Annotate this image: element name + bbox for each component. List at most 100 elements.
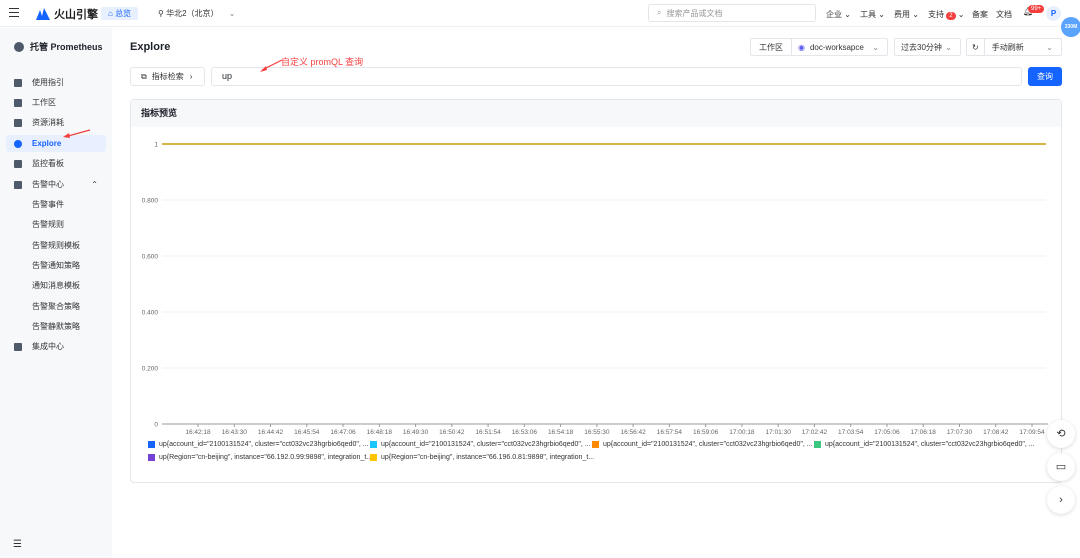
sidebar-icon — [14, 180, 22, 189]
x-tick-label: 16:50:42 — [439, 429, 465, 436]
legend-item[interactable]: up{Region="cn-beijing", instance="66.192… — [148, 454, 372, 461]
x-tick-label: 16:56:42 — [620, 429, 646, 436]
query-button[interactable]: 查询 — [1028, 67, 1062, 86]
sidebar-item[interactable]: 工作区 — [6, 94, 106, 111]
legend-swatch — [148, 441, 155, 448]
legend-item[interactable]: up{account_id="2100131524", cluster="cct… — [148, 441, 369, 448]
legend-item[interactable]: up{Region="cn-beijing", instance="66.196… — [370, 454, 594, 461]
metric-preview-card: 指标预览 0 0.200 0.400 0.600 0.800 1 16:42:18 16:43… — [130, 99, 1062, 483]
x-tick-label: 17:09:54 — [1019, 429, 1045, 436]
nav-enterprise[interactable]: 企业 ⌄ — [826, 9, 851, 20]
y-tick-label: 0.600 — [142, 254, 159, 261]
refresh-selector[interactable]: ↻ 手动刷新 ⌄ — [966, 38, 1062, 56]
expand-button[interactable]: › — [1047, 486, 1075, 514]
avatar[interactable]: P — [1046, 6, 1061, 21]
time-range-selector[interactable]: 过去30分钟 ⌄ — [894, 38, 961, 56]
annotation-arrow — [260, 59, 283, 72]
logo[interactable]: 火山引擎 — [36, 6, 98, 22]
workspace-selector[interactable]: 工作区 ◉ doc-worksapce ⌄ — [750, 38, 888, 56]
sidebar-item[interactable]: 使用指引 — [6, 74, 106, 91]
top-bar: 火山引擎 ⌂ 总览 ⚲ 华北2（北京） ⌄ ⌕ 搜索产品或文档 企业 ⌄ 工具 ⌄… — [0, 0, 1080, 37]
sidebar-icon — [14, 78, 22, 87]
sidebar-item[interactable]: 告警通知策略 — [6, 257, 106, 274]
legend-swatch — [814, 441, 821, 448]
legend-item[interactable]: up{account_id="2100131524", cluster="cct… — [592, 441, 813, 448]
chevron-down-icon: ⌄ — [228, 9, 236, 18]
home-icon: ⌂ — [108, 9, 116, 18]
legend-item[interactable]: up{account_id="2100131524", cluster="cct… — [814, 441, 1035, 448]
sidebar-icon — [14, 139, 22, 148]
chevron-down-icon: ⌄ — [872, 42, 879, 52]
metric-browser-button[interactable]: ⧉ 指标检索 › — [130, 67, 205, 86]
sidebar-item[interactable]: 监控看板 — [6, 155, 106, 172]
nav-support[interactable]: 支持 2 ⌄ — [928, 9, 965, 20]
x-tick-label: 17:05:06 — [874, 429, 900, 436]
sidebar-item[interactable]: 通知消息模板 — [6, 277, 106, 294]
sidebar-item[interactable]: 告警规则 — [6, 216, 106, 233]
y-tick-label: 0.800 — [142, 198, 159, 205]
chevron-down-icon: ⌄ — [945, 42, 952, 52]
annotation-text: 自定义 promQL 查询 — [281, 57, 364, 67]
sidebar: 托管 Prometheus 使用指引 工作区 资源消耗 Explore 监控看板 告警中心… — [0, 28, 112, 558]
home-button[interactable]: ⌂ 总览 — [101, 7, 139, 20]
card-title: 指标预览 — [131, 100, 1061, 127]
sidebar-item[interactable]: 告警中心 ⌃ — [6, 176, 106, 193]
y-tick-label: 0.200 — [142, 366, 159, 373]
x-tick-label: 17:02:42 — [802, 429, 828, 436]
sidebar-item[interactable]: 告警事件 — [6, 196, 106, 213]
nav-docs[interactable]: 文档 — [996, 9, 1012, 20]
sidebar-icon — [14, 98, 22, 107]
x-tick-label: 17:00:18 — [729, 429, 755, 436]
nav-filing[interactable]: 备案 — [972, 9, 988, 20]
chevron-right-icon: › — [189, 72, 193, 81]
legend-swatch — [592, 441, 599, 448]
sidebar-item[interactable]: 告警规则模板 — [6, 237, 106, 254]
sidebar-item[interactable]: 告警静默策略 — [6, 318, 106, 335]
chevron-up-icon: ⌃ — [91, 180, 98, 189]
y-tick-label: 1 — [154, 142, 158, 149]
bell-icon[interactable]: 🔔︎99+ — [1023, 5, 1045, 16]
nav-tools[interactable]: 工具 ⌄ — [860, 9, 885, 20]
legend-swatch — [370, 454, 377, 461]
docs-button[interactable]: ▭ — [1047, 453, 1075, 481]
legend-swatch — [370, 441, 377, 448]
notification-badge: 99+ — [1028, 5, 1045, 13]
location-icon: ⚲ — [158, 9, 167, 18]
search-input[interactable]: ⌕ 搜索产品或文档 — [648, 4, 816, 22]
x-tick-label: 16:59:06 — [693, 429, 719, 436]
legend-item[interactable]: up{account_id="2100131524", cluster="cct… — [370, 441, 591, 448]
y-tick-label: 0 — [154, 422, 158, 429]
x-tick-label: 16:44:42 — [258, 429, 284, 436]
sidebar-icon — [14, 159, 22, 168]
sidebar-icon — [14, 342, 22, 351]
x-tick-label: 16:51:54 — [475, 429, 501, 436]
refresh-icon[interactable]: ↻ — [967, 39, 985, 55]
legend-swatch — [148, 454, 155, 461]
sidebar-title: 托管 Prometheus — [14, 40, 103, 53]
annotation-arrow — [63, 129, 91, 138]
prometheus-icon — [14, 41, 24, 52]
nav-billing[interactable]: 费用 ⌄ — [894, 9, 919, 20]
collapse-sidebar-icon[interactable]: ☰ — [13, 539, 22, 550]
x-tick-label: 16:43:30 — [222, 429, 248, 436]
search-icon: ⌕ — [657, 8, 662, 17]
history-button[interactable]: ⟲ — [1047, 420, 1075, 448]
x-tick-label: 17:07:30 — [947, 429, 973, 436]
region-selector[interactable]: ⚲ 华北2（北京） ⌄ — [158, 8, 235, 19]
x-tick-label: 16:49:30 — [403, 429, 429, 436]
x-tick-label: 17:01:30 — [766, 429, 792, 436]
sidebar-item[interactable]: 告警聚合策略 — [6, 298, 106, 315]
y-tick-label: 0.400 — [142, 310, 159, 317]
x-tick-label: 16:54:18 — [548, 429, 574, 436]
chevron-down-icon: ⌄ — [1046, 42, 1053, 52]
sidebar-item[interactable]: 集成中心 — [6, 338, 106, 355]
x-tick-label: 17:08:42 — [983, 429, 1009, 436]
page-title: Explore — [130, 41, 171, 53]
metric-chart[interactable]: 0 0.200 0.400 0.600 0.800 1 16:42:18 16:43:30 16… — [131, 127, 1061, 437]
x-tick-label: 16:48:18 — [367, 429, 393, 436]
workspace-label: 工作区 — [751, 39, 792, 55]
x-tick-label: 16:47:06 — [330, 429, 356, 436]
promql-query-input[interactable]: up — [211, 67, 1022, 86]
menu-icon[interactable] — [9, 8, 19, 17]
volcano-logo-icon — [36, 8, 50, 20]
